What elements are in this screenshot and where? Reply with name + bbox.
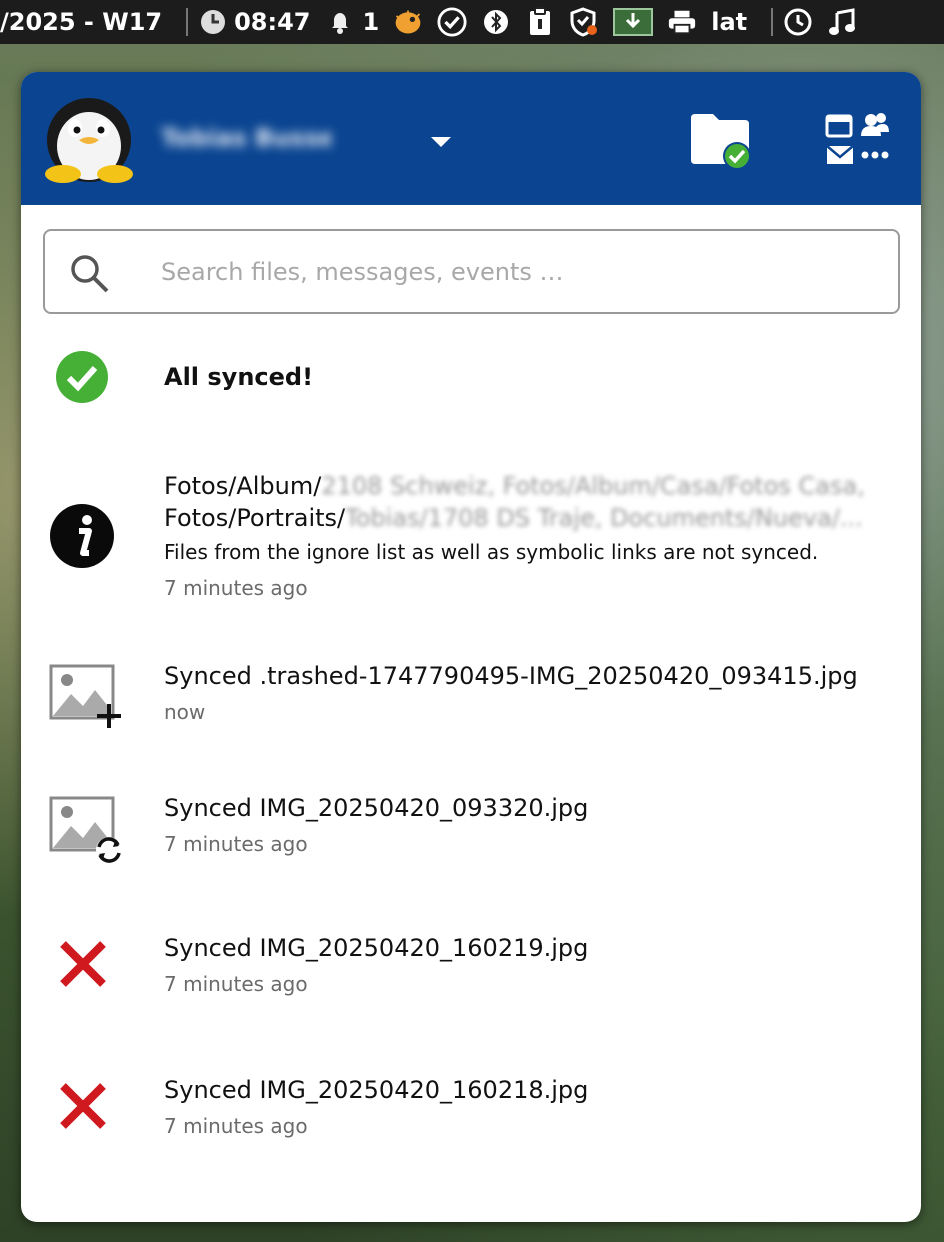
download-update-icon — [613, 7, 654, 37]
bluetooth-tray-item[interactable] — [481, 7, 511, 37]
sync-status-label: All synced! — [164, 363, 314, 391]
notification-indicator[interactable]: 1 — [325, 7, 380, 37]
shield-alert-icon — [569, 7, 599, 37]
printer-icon — [667, 7, 697, 37]
activity-path-line: Fotos/Album/2108 Schweiz, Fotos/Album/Ca… — [164, 470, 897, 502]
music-tray-item[interactable] — [827, 7, 857, 37]
activity-title: Synced IMG_20250420_160218.jpg — [164, 1076, 589, 1104]
clock-icon — [198, 7, 228, 37]
activity-time: 7 minutes ago — [164, 832, 308, 856]
error-x-icon — [59, 1082, 107, 1134]
check-tray-item[interactable] — [437, 7, 467, 37]
activity-item[interactable]: Fotos/Album/2108 Schweiz, Fotos/Album/Ca… — [21, 470, 921, 610]
date-week-indicator[interactable]: /2025 - W17 — [0, 8, 162, 36]
sync-client-popup: Tobias Busse Search files, messages, eve… — [21, 72, 921, 1222]
activity-path-blurred: Tobias/1708 DS Traje, Documents/Nueva/..… — [345, 504, 863, 532]
error-x-icon — [59, 940, 107, 992]
user-avatar[interactable] — [41, 90, 137, 186]
activity-title: Synced .trashed-1747790495-IMG_20250420_… — [164, 662, 858, 690]
notification-count: 1 — [362, 8, 380, 36]
stopwatch-icon — [783, 7, 813, 37]
chevron-down-icon[interactable] — [426, 130, 456, 154]
activity-path-blurred: 2108 Schweiz, Fotos/Album/Casa/Fotos Cas… — [321, 472, 865, 500]
search-input[interactable] — [161, 249, 861, 295]
apps-menu-button[interactable] — [821, 108, 891, 172]
search-icon — [67, 251, 111, 295]
activity-title: Synced IMG_20250420_160219.jpg — [164, 934, 589, 962]
popup-header: Tobias Busse — [21, 72, 921, 205]
top-panel: /2025 - W17 08:47 1 lat — [0, 0, 944, 44]
pufferfish-icon — [393, 7, 423, 37]
activity-time: 7 minutes ago — [164, 1114, 308, 1138]
clipboard-icon — [525, 7, 555, 37]
printer-tray-item[interactable] — [667, 7, 697, 37]
sync-status-row: All synced! — [21, 350, 921, 406]
update-tray-item[interactable] — [613, 7, 654, 37]
bluetooth-icon — [481, 7, 511, 37]
activity-title: Synced IMG_20250420_093320.jpg — [164, 794, 589, 822]
activity-time: 7 minutes ago — [164, 576, 308, 600]
bell-icon — [325, 7, 355, 37]
open-local-folder-button[interactable] — [689, 110, 755, 172]
image-added-icon — [49, 662, 129, 736]
panel-separator — [771, 8, 774, 36]
activity-path-line: Fotos/Portraits/Tobias/1708 DS Traje, Do… — [164, 502, 897, 534]
unified-search-box[interactable] — [43, 229, 900, 314]
activity-time: 7 minutes ago — [164, 972, 308, 996]
apps-icon — [825, 113, 889, 164]
synced-check-icon — [55, 350, 109, 408]
keyboard-layout-indicator[interactable]: lat — [711, 8, 747, 36]
activity-item[interactable]: Synced .trashed-1747790495-IMG_20250420_… — [21, 662, 921, 742]
activity-time: now — [164, 700, 206, 724]
account-username[interactable]: Tobias Busse — [161, 124, 331, 154]
activity-item[interactable]: Synced IMG_20250420_093320.jpg 7 minutes… — [21, 794, 921, 874]
panel-separator — [186, 8, 189, 36]
clock-indicator[interactable]: 08:47 — [198, 7, 311, 37]
music-note-icon — [827, 7, 857, 37]
timer-tray-item[interactable] — [783, 7, 813, 37]
clock-time: 08:47 — [234, 8, 311, 36]
check-circle-icon — [437, 7, 467, 37]
activity-item[interactable]: Synced IMG_20250420_160218.jpg 7 minutes… — [21, 1074, 921, 1154]
image-sync-icon — [49, 794, 129, 868]
activity-item[interactable]: Synced IMG_20250420_160219.jpg 7 minutes… — [21, 932, 921, 1012]
activity-message: Files from the ignore list as well as sy… — [164, 540, 819, 564]
activity-path-prefix: Fotos/Album/ — [164, 472, 322, 500]
clipboard-tray-item[interactable] — [525, 7, 555, 37]
activity-path-prefix: Fotos/Portraits/ — [164, 504, 346, 532]
shield-tray-item[interactable] — [569, 7, 599, 37]
pufferfish-tray-item[interactable] — [393, 7, 423, 37]
folder-synced-icon — [691, 114, 751, 170]
info-icon — [49, 503, 115, 573]
